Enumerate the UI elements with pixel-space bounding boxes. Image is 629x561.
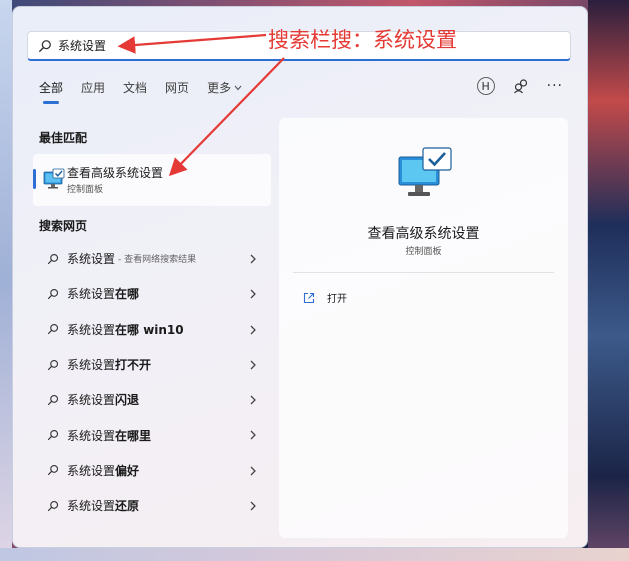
chevron-right-icon — [250, 501, 256, 511]
web-result-item[interactable]: 系统设置还原 — [33, 488, 271, 523]
web-search-heading: 搜索网页 — [39, 219, 88, 233]
search-icon — [39, 39, 51, 52]
desktop-background-left — [0, 0, 12, 561]
web-result-text: 系统设置在哪 win10 — [67, 322, 184, 337]
chevron-right-icon — [250, 395, 256, 405]
chevron-down-icon — [234, 85, 242, 90]
web-result-text: 系统设置在哪里 — [67, 428, 152, 443]
search-icon — [47, 394, 59, 405]
open-external-icon — [303, 292, 315, 303]
web-result-text: 系统设置打不开 — [67, 358, 152, 373]
chevron-right-icon — [250, 325, 256, 335]
best-match-heading: 最佳匹配 — [39, 131, 88, 145]
selection-indicator — [33, 169, 36, 189]
tab-more[interactable]: 更多 — [207, 79, 242, 96]
chevron-right-icon — [250, 431, 256, 440]
web-result-item[interactable]: 系统设置在哪 win10 — [33, 312, 271, 347]
open-action[interactable]: 打开 — [303, 290, 347, 305]
search-tabs: 全部 应用 文档 网页 更多 — [39, 79, 260, 104]
search-icon — [47, 253, 59, 264]
web-result-text: 系统设置在哪 — [67, 287, 140, 302]
web-result-text: 系统设置还原 — [67, 499, 140, 514]
search-input[interactable] — [58, 38, 258, 53]
annotation-label: 搜索栏搜：系统设置 — [268, 28, 457, 52]
chevron-right-icon — [250, 289, 256, 299]
desktop-background-right — [588, 0, 629, 561]
top-actions: H ··· — [476, 77, 563, 95]
web-search-list: 系统设置 - 查看网络搜索结果 系统设置在哪 系统设置在哪 win10 系统设置… — [33, 241, 271, 523]
web-result-item[interactable]: 系统设置闪退 — [33, 382, 271, 417]
tab-apps[interactable]: 应用 — [81, 79, 105, 96]
best-match-subtitle: 控制面板 — [67, 185, 104, 195]
search-panel: 全部 应用 文档 网页 更多 H ··· 最佳匹配 查看高级系统 — [12, 6, 588, 548]
search-icon — [47, 465, 59, 476]
search-icon — [47, 288, 59, 300]
best-match-title: 查看高级系统设置 — [67, 166, 164, 180]
chevron-right-icon — [250, 360, 256, 370]
web-result-item[interactable]: 系统设置在哪 — [33, 276, 271, 311]
tab-web[interactable]: 网页 — [165, 79, 189, 96]
search-icon — [47, 430, 59, 441]
web-result-item[interactable]: 系统设置偏好 — [33, 453, 271, 488]
control-panel-icon — [43, 168, 65, 189]
detail-title: 查看高级系统设置 — [367, 226, 480, 242]
desktop-background-bottom — [0, 548, 629, 561]
detail-pane: 查看高级系统设置 控制面板 打开 — [279, 118, 568, 538]
tab-more-label: 更多 — [207, 81, 232, 95]
account-avatar[interactable]: H — [476, 77, 495, 95]
web-result-text: 系统设置偏好 — [67, 463, 140, 478]
web-result-item[interactable]: 系统设置 - 查看网络搜索结果 — [33, 241, 271, 276]
connected-accounts-icon[interactable] — [513, 78, 529, 94]
web-result-item[interactable]: 系统设置在哪里 — [33, 417, 271, 452]
web-result-text: 系统设置 — [67, 252, 116, 267]
open-label: 打开 — [327, 294, 347, 305]
tab-all[interactable]: 全部 — [39, 79, 63, 104]
search-icon — [47, 500, 59, 511]
more-options-icon[interactable]: ··· — [547, 78, 563, 94]
chevron-right-icon — [250, 466, 256, 476]
chevron-right-icon — [250, 254, 256, 264]
web-result-hint: - 查看网络搜索结果 — [118, 255, 197, 266]
detail-subtitle: 控制面板 — [405, 247, 442, 257]
web-result-text: 系统设置闪退 — [67, 393, 140, 408]
divider — [293, 272, 554, 273]
search-icon — [47, 324, 59, 335]
search-icon — [47, 359, 59, 370]
tab-documents[interactable]: 文档 — [123, 79, 147, 96]
web-result-item[interactable]: 系统设置打不开 — [33, 347, 271, 382]
control-panel-icon — [398, 147, 452, 196]
best-match-item[interactable]: 查看高级系统设置 控制面板 — [33, 154, 271, 206]
